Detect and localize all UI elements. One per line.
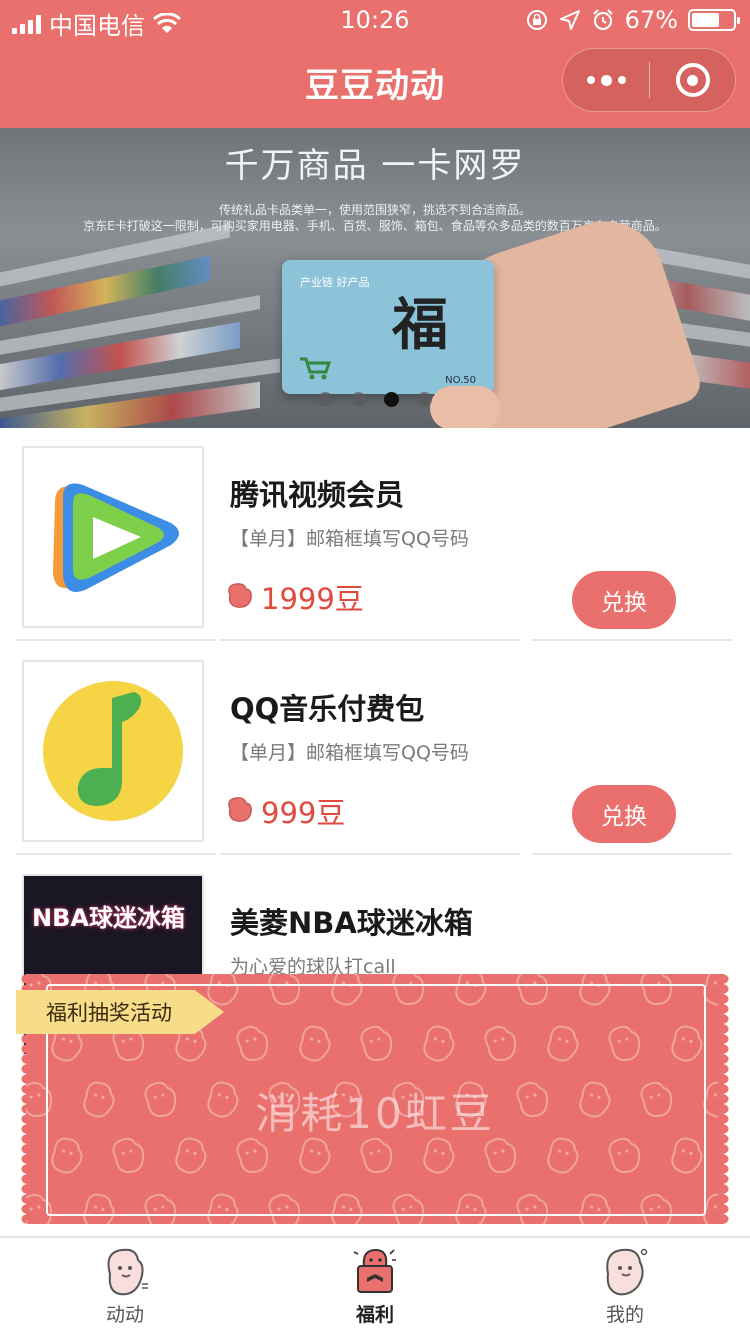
tab-mine[interactable]: 我的 (500, 1238, 750, 1334)
product-item[interactable]: QQ音乐付费包 【单月】邮箱框填写QQ号码 999豆 兑换 (0, 642, 750, 856)
tab-label: 动动 (105, 1304, 144, 1326)
carousel-dot[interactable] (417, 392, 432, 407)
profile-bean-icon (606, 1248, 648, 1296)
qq-music-logo-icon (43, 681, 183, 821)
carousel-dot[interactable] (318, 392, 333, 407)
mini-program-capsule (562, 48, 736, 112)
divider (220, 853, 520, 855)
gift-bean-icon (353, 1248, 396, 1293)
thumb-illustration (430, 386, 500, 428)
product-price: 999豆 (261, 796, 346, 830)
product-title: 美菱NBA球迷冰箱 (230, 906, 473, 940)
product-item[interactable]: 腾讯视频会员 【单月】邮箱框填写QQ号码 1999豆 兑换 (0, 428, 750, 642)
location-icon (559, 10, 580, 30)
divider (532, 853, 732, 855)
bean-coin-icon (228, 583, 252, 608)
product-title: QQ音乐付费包 (230, 692, 425, 726)
product-title: 腾讯视频会员 (230, 478, 405, 512)
ticket-perforation (718, 974, 729, 1224)
bean-coin-icon (228, 797, 252, 822)
tab-dongdong[interactable]: 动动 (0, 1238, 250, 1334)
tab-label: 我的 (605, 1304, 644, 1326)
divider (16, 853, 216, 855)
banner-carousel[interactable]: 千万商品 一卡网罗 传统礼品卡品类单一，使用范围狭窄，挑选不到合适商品。 京东E… (0, 128, 750, 428)
thumb-caption: NBA球迷冰箱 (32, 904, 185, 932)
product-thumbnail (22, 446, 204, 628)
redeem-button[interactable]: 兑换 (572, 571, 676, 629)
carousel-dot[interactable] (351, 392, 366, 407)
tab-fuli[interactable]: 福利 (250, 1238, 500, 1334)
card-fu-character: 福 (392, 292, 448, 358)
carousel-dot[interactable] (384, 392, 399, 407)
product-desc: 【单月】邮箱框填写QQ号码 (230, 742, 469, 764)
redeem-button[interactable]: 兑换 (572, 785, 676, 843)
divider (16, 639, 216, 641)
gift-card-image: 产业链 好产品 福 NO.50 (282, 260, 494, 394)
header: 中国电信 10:26 67% 豆豆动动 (0, 0, 750, 128)
rotation-lock-icon (526, 10, 547, 30)
more-button[interactable] (563, 49, 649, 111)
card-line: 产业链 好产品 (300, 276, 370, 289)
alarm-icon (592, 9, 613, 31)
product-thumbnail (22, 660, 204, 842)
tab-bar: 动动 福利 我的 (0, 1236, 750, 1334)
page: 中国电信 10:26 67% 豆豆动动 千万商品 一卡网罗 传统礼品卡品类单一，… (0, 0, 750, 1334)
divider (532, 639, 732, 641)
lottery-cost-text: 消耗10虹豆 (255, 1089, 495, 1138)
lottery-tag: 福利抽奖活动 (16, 990, 224, 1034)
battery-icon (688, 9, 740, 31)
status-bar: 中国电信 10:26 67% (0, 0, 750, 40)
status-right: 67% (525, 6, 740, 34)
divider (220, 639, 520, 641)
tab-label: 福利 (355, 1304, 394, 1326)
close-target-icon (675, 63, 710, 97)
banner-subline-1: 传统礼品卡品类单一，使用范围狭窄，挑选不到合适商品。 (218, 203, 531, 217)
product-price: 1999豆 (261, 582, 364, 616)
banner-headline: 千万商品 一卡网罗 (224, 146, 526, 186)
carousel-indicator (318, 392, 432, 407)
cart-icon (300, 357, 332, 380)
tencent-video-logo-icon (53, 483, 179, 592)
product-desc: 【单月】邮箱框填写QQ号码 (230, 528, 469, 550)
battery-percent: 67% (624, 6, 678, 34)
close-button[interactable] (650, 49, 735, 111)
bean-mascot-icon (107, 1248, 148, 1296)
card-number: NO.50 (445, 375, 476, 386)
